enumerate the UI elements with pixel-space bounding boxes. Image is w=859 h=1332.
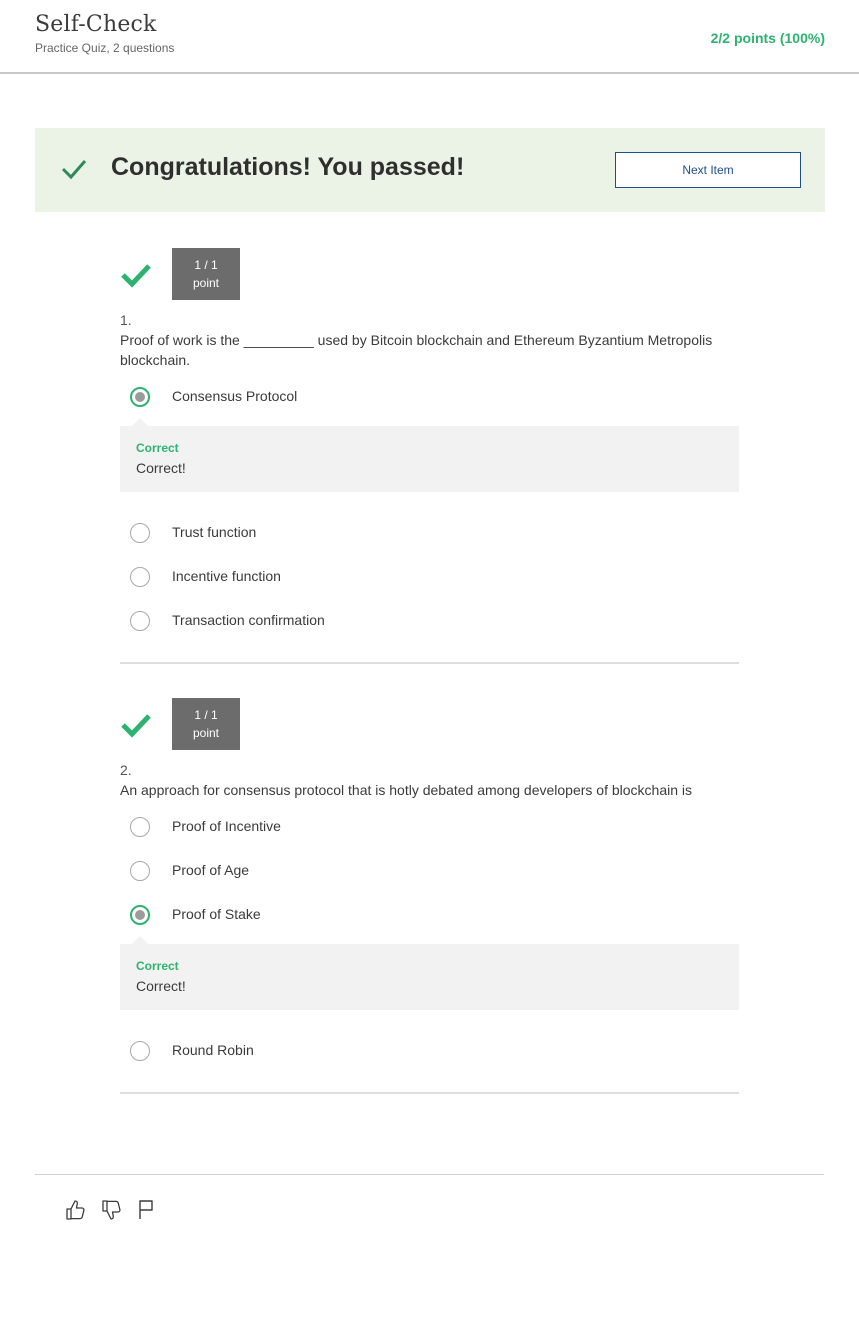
option-proof-of-age[interactable]: Proof of Age — [120, 850, 739, 894]
points-value: 1 / 1 — [194, 708, 218, 722]
radio-button[interactable] — [130, 861, 150, 881]
page-header: Self-Check Practice Quiz, 2 questions 2/… — [0, 0, 859, 74]
question-2: 1 / 1 point 2. An approach for consensus… — [120, 698, 739, 1094]
thumbs-up-icon[interactable] — [64, 1198, 88, 1227]
question-1: 1 / 1 point 1. Proof of work is the ____… — [120, 248, 739, 664]
passed-message: Congratulations! You passed! — [111, 153, 465, 181]
option-round-robin[interactable]: Round Robin — [120, 1030, 739, 1074]
question-number: 1. — [120, 312, 132, 328]
feedback-title: Correct — [136, 441, 179, 455]
feedback-text: Correct! — [136, 460, 186, 476]
page-title: Self-Check — [35, 12, 157, 37]
option-label: Proof of Stake — [172, 906, 261, 922]
question-number: 2. — [120, 762, 132, 778]
points-badge: 1 / 1 point — [172, 698, 240, 750]
option-label: Consensus Protocol — [172, 388, 298, 404]
passed-banner: Congratulations! You passed! Next Item — [35, 128, 825, 212]
points-value: 1 / 1 — [194, 258, 218, 272]
option-label: Incentive function — [172, 568, 281, 584]
option-label: Proof of Incentive — [172, 818, 281, 834]
feedback-box: Correct Correct! — [120, 936, 739, 1010]
feedback-title: Correct — [136, 959, 179, 973]
radio-button[interactable] — [130, 1041, 150, 1061]
next-item-button[interactable]: Next Item — [615, 152, 801, 188]
points-unit: point — [192, 726, 220, 740]
points-unit: point — [192, 276, 220, 290]
feedback-box: Correct Correct! — [120, 418, 739, 492]
quiz-subtitle: Practice Quiz, 2 questions — [35, 41, 175, 55]
question-text: Proof of work is the _________ used by B… — [120, 332, 713, 368]
option-proof-of-stake[interactable]: Proof of Stake — [120, 894, 739, 938]
score-summary: 2/2 points (100%) — [710, 30, 825, 46]
option-incentive-function[interactable]: Incentive function — [120, 556, 739, 600]
radio-button[interactable] — [130, 523, 150, 543]
question-text: An approach for consensus protocol that … — [120, 782, 693, 798]
option-label: Transaction confirmation — [172, 612, 325, 628]
radio-button-selected[interactable] — [130, 905, 150, 925]
footer-divider — [35, 1174, 824, 1175]
question-divider — [120, 662, 739, 664]
correct-check-icon — [120, 262, 152, 293]
points-badge: 1 / 1 point — [172, 248, 240, 300]
correct-check-icon — [120, 712, 152, 743]
radio-button[interactable] — [130, 611, 150, 631]
option-consensus-protocol[interactable]: Consensus Protocol — [120, 376, 739, 420]
option-trust-function[interactable]: Trust function — [120, 512, 739, 556]
radio-button-selected[interactable] — [130, 387, 150, 407]
option-label: Trust function — [172, 524, 257, 540]
option-label: Round Robin — [172, 1042, 254, 1058]
flag-icon[interactable] — [136, 1198, 158, 1227]
radio-button[interactable] — [130, 567, 150, 587]
question-divider — [120, 1092, 739, 1094]
option-transaction-confirmation[interactable]: Transaction confirmation — [120, 600, 739, 644]
option-proof-of-incentive[interactable]: Proof of Incentive — [120, 806, 739, 850]
radio-button[interactable] — [130, 817, 150, 837]
feedback-text: Correct! — [136, 978, 186, 994]
thumbs-down-icon[interactable] — [100, 1198, 124, 1227]
check-icon — [61, 158, 87, 185]
question-header: 1 / 1 point — [120, 248, 739, 300]
option-label: Proof of Age — [172, 862, 250, 878]
question-header: 1 / 1 point — [120, 698, 739, 750]
